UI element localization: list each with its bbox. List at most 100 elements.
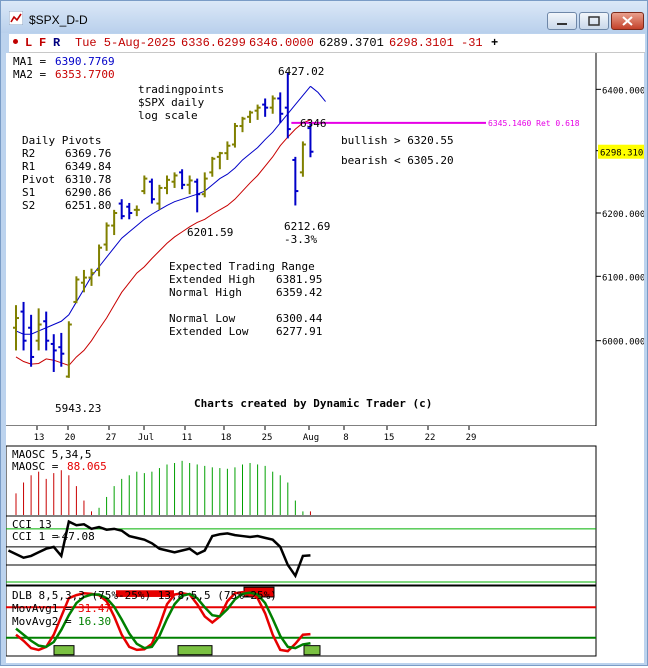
ma2-label: MA2 = <box>13 68 46 81</box>
maximize-icon <box>588 16 600 26</box>
ohlc-bar <box>231 122 238 148</box>
x-axis-label: 13 <box>34 433 45 443</box>
price-info-bar: L F R Tue 5-Aug-2025 6336.6299 6346.0000… <box>9 34 645 53</box>
range-value: 6300.44 <box>276 312 323 325</box>
range-label: Normal Low <box>169 312 236 325</box>
ma1-value: 6390.7769 <box>55 55 115 68</box>
price-point-label: 6201.59 <box>187 226 233 239</box>
ohlc-bar <box>96 244 103 277</box>
ohlc-bar <box>126 202 133 220</box>
mode-letter-r[interactable]: R <box>53 36 60 50</box>
chart-annotation-line: tradingpoints <box>138 83 224 96</box>
ohlc-bar <box>179 169 186 190</box>
ohlc-bar <box>103 222 110 251</box>
range-label: Normal High <box>169 286 242 299</box>
ohlc-bar <box>28 314 35 367</box>
dlb-legend-label: MovAvg1 = <box>12 602 72 615</box>
pivot-value: 6310.78 <box>65 173 111 186</box>
chart-canvas: 6400.00006300.00006200.00006100.00006000… <box>5 53 648 657</box>
chart-window: $SPX_D-D L F R Tue 5-Aug-2025 6336.6299 … <box>0 0 648 666</box>
x-axis-label: 20 <box>65 433 76 443</box>
price-point-label: 5943.23 <box>55 402 101 415</box>
maosc-panel <box>5 445 597 517</box>
bar-open: 6336.6299 <box>181 36 246 50</box>
ohlc-bar <box>277 92 284 123</box>
x-axis-label: 8 <box>343 433 348 443</box>
ohlc-bar <box>201 172 208 198</box>
range-value: 6359.42 <box>276 286 322 299</box>
pivot-value: 6349.84 <box>65 160 112 173</box>
pivot-label: R1 <box>22 160 35 173</box>
ohlc-bar <box>239 116 246 133</box>
bearish-level: bearish < 6305.20 <box>341 154 454 167</box>
oversold-zone <box>53 645 75 656</box>
pivot-label: S2 <box>22 199 35 212</box>
ohlc-bar <box>269 95 276 114</box>
price-point-label: 6346 <box>300 117 327 130</box>
chart-area: 6400.00006300.00006200.00006100.00006000… <box>5 53 648 663</box>
ohlc-bar <box>118 199 125 220</box>
ohlc-bar <box>43 311 50 351</box>
minimize-icon <box>557 23 567 25</box>
range-label: Extended Low <box>169 325 249 338</box>
maximize-button[interactable] <box>579 12 609 30</box>
ohlc-bar <box>209 156 216 177</box>
ohlc-bar <box>292 156 299 206</box>
ma2-line <box>15 119 311 367</box>
dlb-legend-value: 31.47 <box>78 602 111 615</box>
chart-app-icon <box>9 11 23 25</box>
ohlc-bar <box>224 141 231 160</box>
range-value: 6381.95 <box>276 273 322 286</box>
price-tick-label: 6400.0000 <box>602 86 644 96</box>
ohlc-bar <box>194 178 201 213</box>
x-axis-label: 22 <box>425 433 436 443</box>
close-button[interactable] <box>611 12 644 30</box>
ohlc-bar <box>50 334 57 372</box>
maosc-legend-label: MAOSC = <box>12 460 59 473</box>
cci-legend-value: -47.08 <box>55 530 95 543</box>
ohlc-bar <box>262 98 269 117</box>
range-title: Expected Trading Range <box>169 260 315 273</box>
bar-high: 6346.0000 <box>249 36 314 50</box>
x-axis-label: 25 <box>262 433 273 443</box>
oversold-zone <box>177 645 213 656</box>
minimize-button[interactable] <box>547 12 577 30</box>
close-dot-icon <box>13 39 18 44</box>
pivot-label: S1 <box>22 186 35 199</box>
x-axis-label: Jul <box>138 433 154 443</box>
ohlc-bar <box>20 301 27 351</box>
bar-low: 6289.3701 <box>319 36 384 50</box>
ohlc-bar <box>299 141 306 177</box>
ohlc-bar <box>13 305 19 351</box>
dlb-title: DLB 8,5,3,3 (75%-25%) 13,8,5,5 (75%-25%) <box>12 589 277 602</box>
ohlc-bar <box>186 175 193 195</box>
ohlc-bar <box>65 321 72 378</box>
retracement-label: 6345.1460 Ret 0.618 <box>488 119 580 128</box>
chart-credit: Charts created by Dynamic Trader (c) <box>194 397 432 410</box>
add-icon[interactable]: + <box>491 36 498 50</box>
title-bar[interactable]: $SPX_D-D <box>1 1 647 33</box>
oversold-zone <box>303 645 321 656</box>
bar-change: -31 <box>461 36 483 50</box>
ma1-line <box>15 85 311 335</box>
ohlc-bar <box>164 175 170 195</box>
ohlc-bar <box>216 151 223 170</box>
x-axis-label: 15 <box>384 433 395 443</box>
mode-letter-f[interactable]: F <box>39 36 46 50</box>
x-axis-label: 27 <box>106 433 117 443</box>
ohlc-bar <box>284 72 291 139</box>
bar-date: Tue 5-Aug-2025 <box>75 36 176 50</box>
pivot-value: 6290.86 <box>65 186 111 199</box>
price-tick-label: 6000.0000 <box>602 338 644 348</box>
ma2-value: 6353.7700 <box>55 68 115 81</box>
range-label: Extended High <box>169 273 255 286</box>
mode-letter-l[interactable]: L <box>25 36 32 50</box>
price-point-label: 6212.69 <box>284 220 330 233</box>
current-price-tag: 6298.3101 <box>600 149 644 159</box>
ma1-projection-line <box>310 85 326 102</box>
pivots-title: Daily Pivots <box>22 134 101 147</box>
ohlc-bar <box>88 268 95 286</box>
price-point-label: 6427.02 <box>278 65 324 78</box>
cci-panel <box>5 515 597 586</box>
ohlc-bar <box>171 172 178 188</box>
